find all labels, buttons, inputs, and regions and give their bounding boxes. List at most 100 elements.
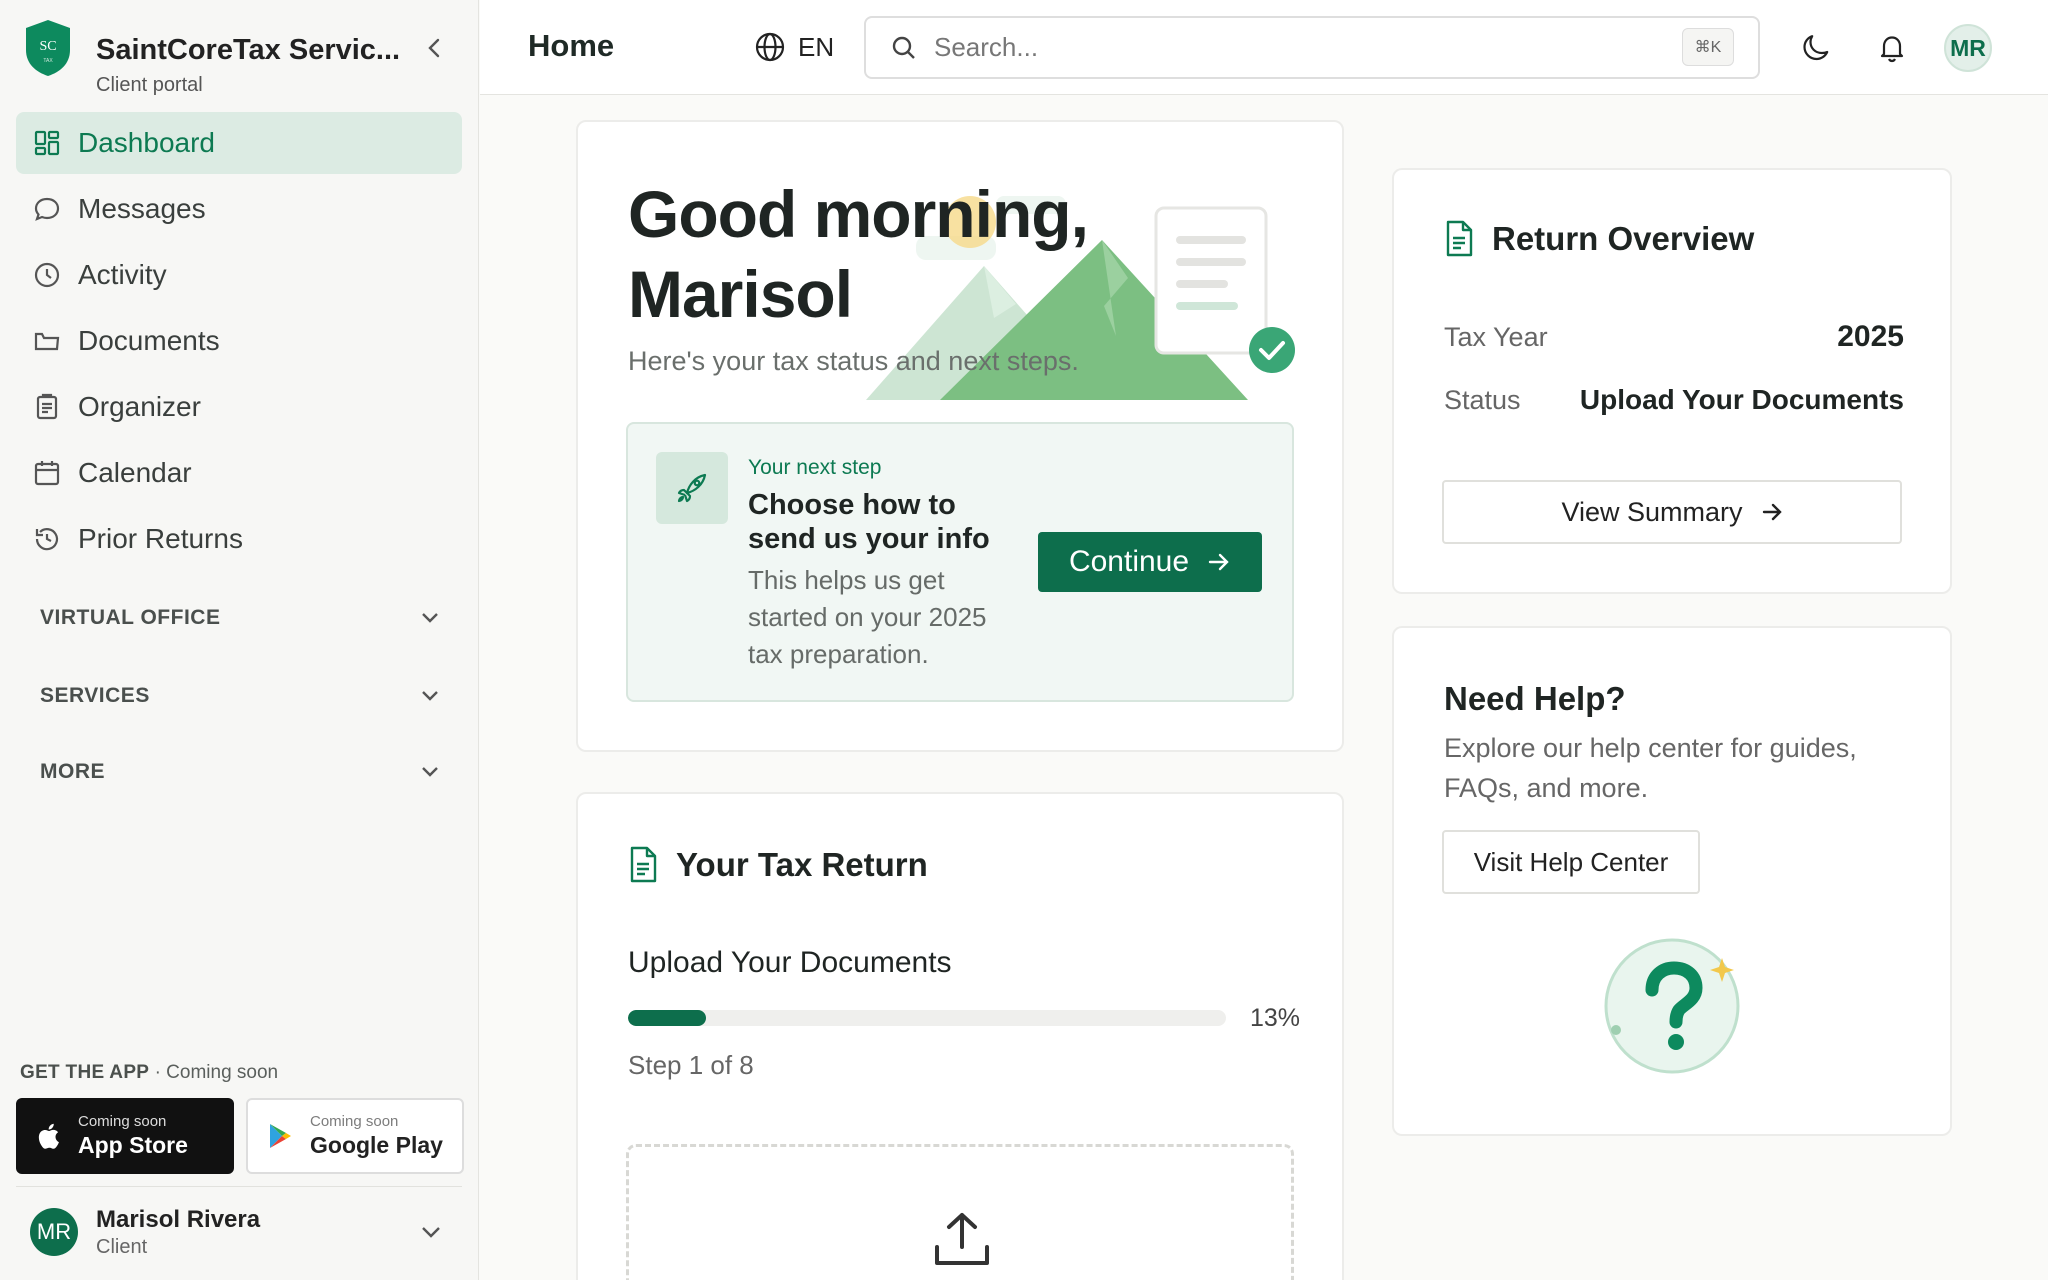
upload-dropzone[interactable] [626, 1144, 1294, 1280]
greeting-subtitle: Here's your tax status and next steps. [628, 346, 1079, 376]
section-more[interactable]: MORE [40, 752, 440, 792]
user-role: Client [96, 1235, 148, 1258]
help-card: Need Help? Explore our help center for g… [1392, 626, 1952, 1136]
user-name: Marisol Rivera [96, 1205, 261, 1233]
sidebar-item-label: Calendar [78, 457, 192, 488]
greeting-name: Marisol [628, 257, 853, 331]
rocket-icon [656, 452, 728, 524]
svg-text:SC: SC [39, 39, 56, 54]
tax-return-status: Upload Your Documents [628, 946, 952, 979]
sidebar-nav: Dashboard Messages Activity Documents Or… [16, 112, 462, 574]
app-store-button[interactable]: Coming soon App Store [16, 1098, 234, 1174]
visit-help-center-button[interactable]: Visit Help Center [1442, 830, 1700, 894]
shortcut-badge: ⌘K [1682, 28, 1734, 66]
welcome-card: Good morning, Marisol Here's your tax sta… [576, 120, 1344, 752]
notifications-button[interactable] [1870, 26, 1914, 70]
avatar: MR [30, 1208, 78, 1256]
chat-icon [32, 194, 62, 224]
sidebar-item-label: Documents [78, 325, 220, 356]
question-mark-illustration [1604, 938, 1740, 1074]
section-services[interactable]: SERVICES [40, 676, 440, 716]
chevron-left-icon [428, 38, 440, 58]
overview-title: Return Overview [1492, 220, 1755, 257]
history-icon [32, 524, 62, 554]
sidebar-item-messages[interactable]: Messages [16, 178, 462, 240]
google-play-icon [260, 1123, 300, 1149]
search-icon [890, 34, 918, 62]
sidebar-item-prior-returns[interactable]: Prior Returns [16, 508, 462, 570]
progress-fill [628, 1010, 706, 1026]
next-step-body: This helps us get started on your 2025 t… [748, 565, 987, 669]
search-bar[interactable]: ⌘K [864, 16, 1760, 79]
bell-icon [1880, 36, 1904, 63]
moon-icon [1803, 35, 1829, 61]
clipboard-icon [32, 392, 62, 422]
arrow-right-icon [1762, 503, 1782, 521]
view-summary-button[interactable]: View Summary [1442, 480, 1902, 544]
upload-icon [935, 1213, 989, 1265]
view-summary-label: View Summary [1561, 496, 1743, 527]
apple-icon [28, 1122, 68, 1150]
document-icon [630, 846, 657, 883]
overview-key: Status [1444, 384, 1521, 415]
language-selector[interactable]: EN [754, 26, 834, 68]
overview-key: Tax Year [1444, 321, 1548, 352]
chevron-down-icon [422, 613, 438, 623]
step-indicator: Step 1 of 8 [628, 1050, 754, 1080]
sidebar-item-documents[interactable]: Documents [16, 310, 462, 372]
globe-icon [755, 32, 785, 62]
sidebar: SC TAX SaintCoreTax Servic... Client por… [0, 0, 479, 1280]
sidebar-item-organizer[interactable]: Organizer [16, 376, 462, 438]
progress-bar [628, 1010, 1226, 1026]
tax-return-title: Your Tax Return [676, 846, 928, 883]
google-play-label: Google Play [310, 1132, 443, 1158]
google-play-button[interactable]: Coming soon Google Play [246, 1098, 464, 1174]
continue-button[interactable]: Continue [1038, 532, 1262, 592]
greeting-heading: Good morning, Marisol [628, 174, 1089, 334]
folder-icon [32, 326, 62, 356]
section-label: VIRTUAL OFFICE [40, 606, 221, 629]
next-step-title: Choose how to send us your info [748, 489, 990, 555]
section-virtual-office[interactable]: VIRTUAL OFFICE [40, 598, 440, 638]
chevron-down-icon [422, 1227, 440, 1238]
document-icon [1446, 220, 1473, 257]
sidebar-item-label: Prior Returns [78, 523, 243, 554]
language-label: EN [798, 31, 835, 62]
sidebar-item-label: Activity [78, 259, 167, 290]
sidebar-item-label: Messages [78, 193, 206, 224]
clock-icon [32, 260, 62, 290]
overview-value: 2025 [1837, 320, 1904, 353]
theme-toggle-button[interactable] [1794, 26, 1838, 70]
sidebar-item-label: Organizer [78, 391, 201, 422]
section-label: MORE [40, 760, 105, 783]
overview-row-tax-year: Tax Year 2025 [1444, 320, 1904, 354]
brand-subtitle: Client portal [96, 74, 203, 96]
google-play-small: Coming soon [310, 1113, 399, 1130]
chevron-down-icon [422, 691, 438, 701]
app-store-label: App Store [78, 1132, 188, 1158]
next-step-kicker: Your next step [748, 456, 882, 479]
collapse-sidebar-button[interactable] [420, 30, 448, 66]
profile-avatar[interactable]: MR [1944, 24, 1992, 72]
section-label: SERVICES [40, 684, 150, 707]
brand-name: SaintCoreTax Servic... [96, 34, 401, 66]
grid-icon [32, 128, 62, 158]
sidebar-divider [16, 1186, 462, 1187]
sidebar-item-activity[interactable]: Activity [16, 244, 462, 306]
arrow-right-icon [1208, 553, 1229, 571]
overview-header: Return Overview [1444, 220, 1754, 258]
help-title: Need Help? [1444, 680, 1626, 717]
sidebar-item-calendar[interactable]: Calendar [16, 442, 462, 504]
user-menu[interactable]: MR Marisol Rivera Client [30, 1200, 450, 1264]
chevron-down-icon [422, 767, 438, 777]
svg-text:TAX: TAX [43, 58, 53, 64]
next-step-panel: Your next step Choose how to send us you… [626, 422, 1294, 702]
tax-return-card: Your Tax Return Upload Your Documents 13… [576, 792, 1344, 1280]
calendar-icon [32, 458, 62, 488]
overview-value: Upload Your Documents [1579, 384, 1904, 415]
get-the-app-label: GET THE APP · Coming soon [20, 1062, 279, 1083]
sidebar-item-dashboard[interactable]: Dashboard [16, 112, 462, 174]
search-input[interactable] [934, 32, 1634, 63]
help-body: Explore our help center for guides, FAQs… [1444, 733, 1857, 803]
brand: SC TAX SaintCoreTax Servic... Client por… [22, 18, 462, 96]
